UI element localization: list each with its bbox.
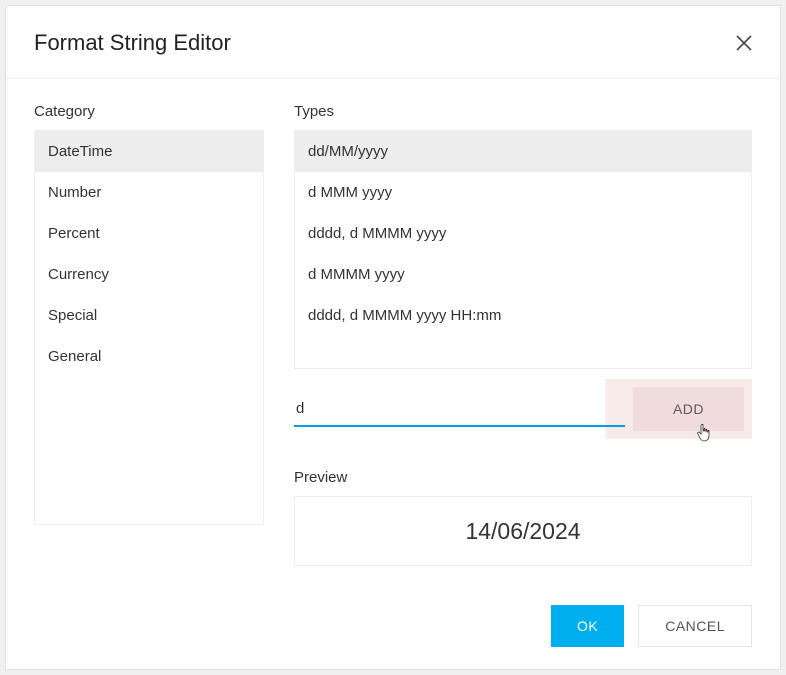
- category-item-general[interactable]: General: [35, 336, 263, 377]
- cancel-button[interactable]: CANCEL: [638, 605, 752, 647]
- category-item-special[interactable]: Special: [35, 295, 263, 336]
- category-list: DateTime Number Percent Currency Special…: [34, 130, 264, 525]
- type-item[interactable]: dddd, d MMMM yyyy: [295, 213, 751, 254]
- category-item-currency[interactable]: Currency: [35, 254, 263, 295]
- hand-cursor-icon: [696, 423, 712, 443]
- dialog-footer: OK CANCEL: [6, 583, 780, 669]
- types-column: Types dd/MM/yyyy d MMM yyyy dddd, d MMMM…: [294, 103, 752, 573]
- ok-button[interactable]: OK: [551, 605, 624, 647]
- type-item[interactable]: d MMM yyyy: [295, 172, 751, 213]
- category-column: Category DateTime Number Percent Currenc…: [34, 103, 264, 573]
- add-row: ADD: [294, 379, 752, 439]
- preview-value: 14/06/2024: [465, 518, 580, 545]
- type-item[interactable]: d MMMM yyyy: [295, 254, 751, 295]
- types-label: Types: [294, 103, 752, 120]
- preview-label: Preview: [294, 469, 752, 486]
- add-button-label: ADD: [673, 401, 704, 417]
- types-list[interactable]: dd/MM/yyyy d MMM yyyy dddd, d MMMM yyyy …: [294, 130, 752, 369]
- add-button[interactable]: ADD: [633, 387, 744, 431]
- format-string-editor-dialog: Format String Editor Category DateTime N…: [5, 5, 781, 670]
- category-item-number[interactable]: Number: [35, 172, 263, 213]
- category-item-datetime[interactable]: DateTime: [35, 131, 263, 172]
- dialog-header: Format String Editor: [6, 6, 780, 79]
- format-input[interactable]: [294, 392, 625, 427]
- close-icon[interactable]: [736, 35, 752, 51]
- category-label: Category: [34, 103, 264, 120]
- type-item[interactable]: dddd, d MMMM yyyy HH:mm: [295, 295, 751, 336]
- type-item[interactable]: dd/MM/yyyy: [295, 131, 751, 172]
- dialog-body: Category DateTime Number Percent Currenc…: [6, 79, 780, 583]
- category-item-percent[interactable]: Percent: [35, 213, 263, 254]
- preview-box: 14/06/2024: [294, 496, 752, 566]
- dialog-title: Format String Editor: [34, 30, 231, 56]
